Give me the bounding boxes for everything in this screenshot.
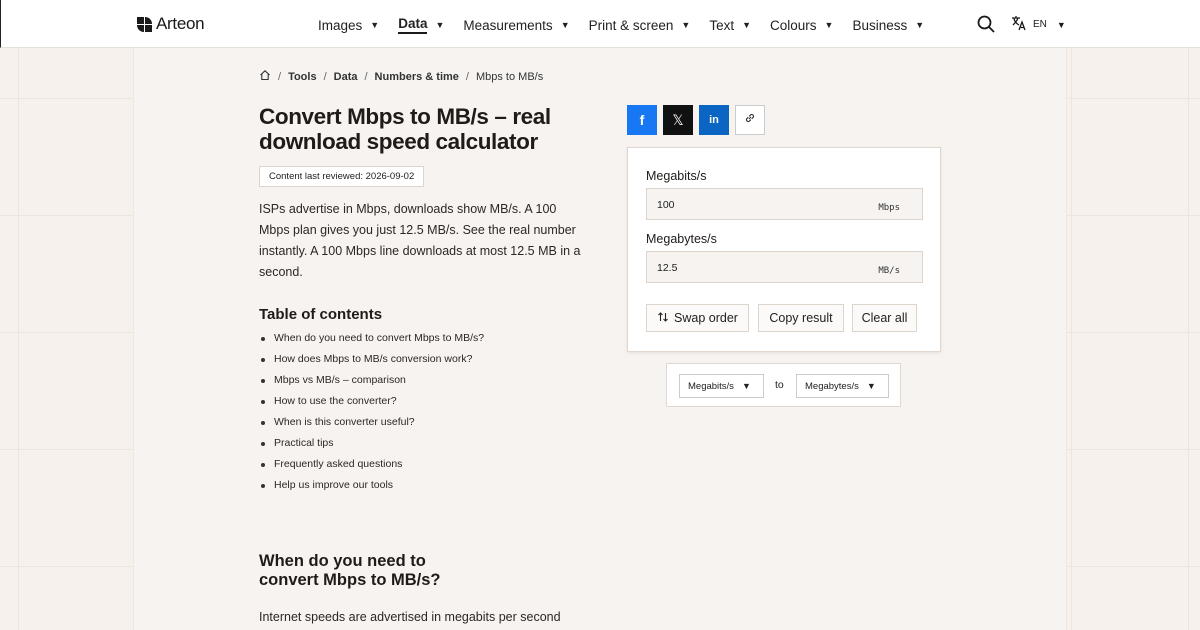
brand-name: Arteon: [156, 14, 205, 33]
link-icon: [744, 111, 756, 129]
caret-down-icon: ▼: [824, 20, 834, 30]
to-unit-select[interactable]: Megabytes/s ▼: [796, 374, 889, 398]
breadcrumb-current: Mbps to MB/s: [475, 70, 544, 83]
table-of-contents: When do you need to convert Mbps to MB/s…: [259, 332, 484, 500]
toc-item[interactable]: When is this converter useful?: [259, 416, 484, 437]
converter-card: Megabits/s 100 Mbps Megabytes/s 12.5 MB/…: [627, 147, 941, 352]
facebook-icon: f: [639, 112, 645, 128]
caret-down-icon: ▼: [1056, 19, 1066, 30]
caret-down-icon: ▼: [560, 20, 570, 30]
page-title: Convert Mbps to MB/s – real download spe…: [259, 104, 551, 154]
nav-item-print-screen[interactable]: Print & screen ▼: [589, 16, 691, 34]
top-navigation-bar: Arteon Images ▼ Data ▼ Measurements ▼ Print…: [0, 0, 1200, 48]
copy-result-label: Copy result: [769, 311, 833, 325]
nav-label: Text: [709, 17, 735, 33]
to-value: 12.5: [657, 262, 678, 274]
linkedin-icon: in: [709, 114, 719, 126]
to-input[interactable]: 12.5 MB/s: [646, 251, 923, 283]
breadcrumb-separator: /: [323, 70, 327, 83]
home-icon[interactable]: [259, 69, 271, 84]
intro-paragraph: ISPs advertise in Mbps, downloads show M…: [259, 202, 581, 279]
breadcrumb-numbers-time[interactable]: Numbers & time: [375, 71, 459, 83]
share-buttons: f 𝕏 in: [627, 105, 765, 135]
language-code: EN: [1033, 19, 1047, 30]
from-label: Megabits/s: [646, 169, 707, 183]
language-switcher[interactable]: EN ▼: [1011, 15, 1066, 34]
to-unit-select-value: Megabytes/s: [805, 380, 859, 392]
toc-item[interactable]: How to use the converter?: [259, 395, 484, 416]
swap-order-label: Swap order: [674, 311, 738, 325]
toc-item[interactable]: How does Mbps to MB/s conversion work?: [259, 353, 484, 374]
from-input[interactable]: 100 Mbps: [646, 188, 923, 220]
share-linkedin-button[interactable]: in: [699, 105, 729, 135]
toc-item[interactable]: Help us improve our tools: [259, 479, 484, 500]
nav-item-colours[interactable]: Colours ▼: [770, 16, 833, 34]
brand-mark-icon: [137, 16, 152, 32]
from-unit-select[interactable]: Megabits/s ▼: [679, 374, 764, 398]
nav-item-text[interactable]: Text ▼: [709, 16, 751, 34]
nav-label: Data: [398, 16, 428, 34]
nav-item-images[interactable]: Images ▼: [318, 16, 379, 34]
breadcrumb-separator: /: [364, 70, 368, 83]
share-facebook-button[interactable]: f: [627, 105, 657, 135]
x-icon: 𝕏: [672, 111, 684, 128]
nav-label: Business: [852, 17, 908, 33]
swap-order-button[interactable]: Swap order: [646, 304, 749, 332]
breadcrumb-data[interactable]: Data: [334, 71, 358, 83]
caret-down-icon: ▼: [435, 20, 445, 30]
search-icon[interactable]: [977, 15, 995, 33]
from-value: 100: [657, 199, 675, 211]
nav-label: Colours: [770, 17, 817, 33]
caret-down-icon: ▼: [915, 20, 925, 30]
main-nav: Images ▼ Data ▼ Measurements ▼ Print & scre…: [318, 16, 943, 34]
nav-item-business[interactable]: Business ▼: [852, 16, 924, 34]
selector-connector: to: [775, 379, 784, 391]
nav-label: Measurements: [463, 17, 553, 33]
swap-arrows-icon: [657, 311, 669, 326]
copy-link-button[interactable]: [735, 105, 765, 135]
caret-down-icon: ▼: [741, 381, 751, 391]
toc-item[interactable]: Mbps vs MB/s – comparison: [259, 374, 484, 395]
breadcrumb: / Tools / Data / Numbers & time / Mbps t…: [259, 69, 543, 84]
nav-label: Images: [318, 17, 363, 33]
toc-item[interactable]: Practical tips: [259, 437, 484, 458]
brand-logo[interactable]: Arteon: [137, 14, 205, 34]
from-unit-select-value: Megabits/s: [688, 380, 734, 392]
breadcrumb-separator: /: [278, 70, 282, 83]
clear-all-button[interactable]: Clear all: [852, 304, 917, 332]
nav-item-data[interactable]: Data ▼: [398, 16, 444, 34]
review-date-badge: Content last reviewed: 2026-09-02: [259, 166, 425, 187]
breadcrumb-separator: /: [465, 70, 469, 83]
share-x-button[interactable]: 𝕏: [663, 105, 693, 135]
nav-label: Print & screen: [588, 17, 674, 33]
translate-icon: [1011, 15, 1027, 34]
to-label: Megabytes/s: [646, 232, 717, 246]
unit-selectors: Megabits/s ▼ to Megabytes/s ▼: [666, 363, 901, 407]
section-heading: When do you need to convert Mbps to MB/s…: [259, 552, 441, 589]
to-unit: MB/s: [878, 266, 900, 276]
clear-all-label: Clear all: [861, 311, 908, 325]
toc-item[interactable]: Frequently asked questions: [259, 458, 484, 479]
toc-item[interactable]: When do you need to convert Mbps to MB/s…: [259, 332, 484, 353]
breadcrumb-tools[interactable]: Tools: [288, 71, 317, 83]
caret-down-icon: ▼: [370, 20, 380, 30]
caret-down-icon: ▼: [866, 381, 876, 391]
caret-down-icon: ▼: [681, 20, 691, 30]
toc-title: Table of contents: [259, 306, 383, 323]
caret-down-icon: ▼: [742, 20, 752, 30]
copy-result-button[interactable]: Copy result: [758, 304, 844, 332]
section-paragraph: Internet speeds are advertised in megabi…: [259, 610, 561, 624]
nav-item-measurements[interactable]: Measurements ▼: [463, 16, 569, 34]
from-unit: Mbps: [878, 203, 900, 213]
